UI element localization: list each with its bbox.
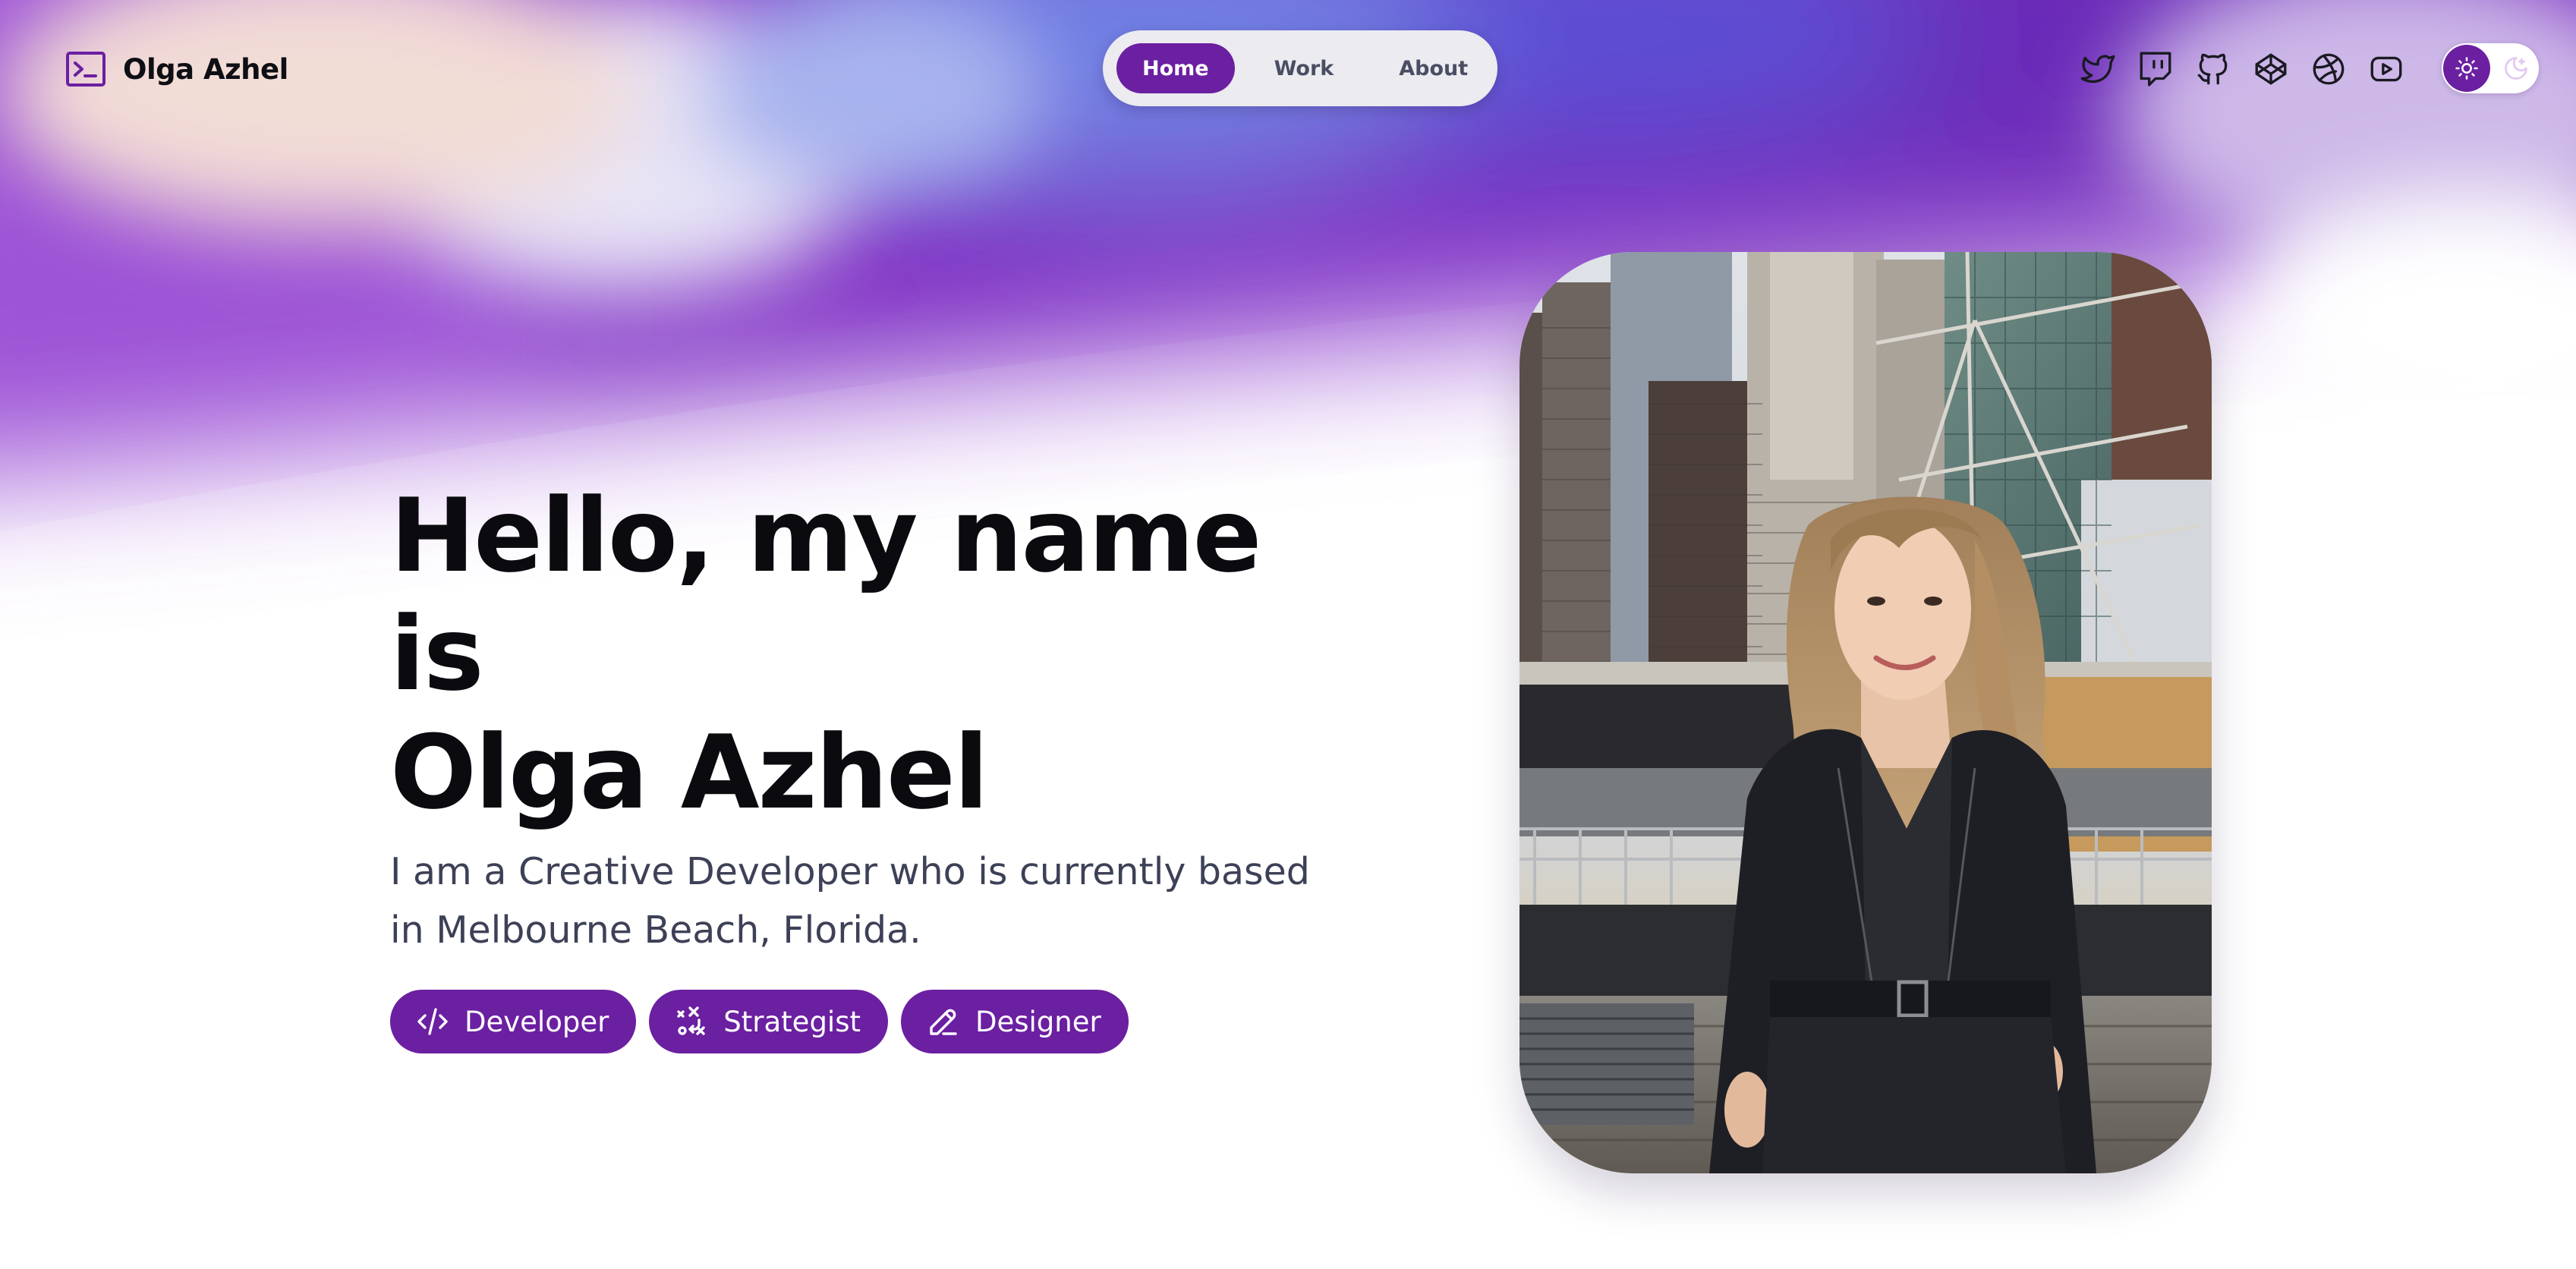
hero-intro: Hello, my name is Olga Azhel I am a Crea…: [390, 477, 1377, 1053]
twitch-link[interactable]: [2136, 49, 2175, 89]
hero-subtitle: I am a Creative Developer who is current…: [390, 850, 1310, 952]
role-chip-strategist[interactable]: Strategist: [649, 990, 888, 1053]
site-header: Olga Azhel Home Work About: [0, 0, 2576, 137]
brand-name: Olga Azhel: [123, 52, 288, 86]
social-links: [2078, 41, 2406, 97]
main-nav: Home Work About: [1103, 30, 1497, 106]
codepen-icon: [2255, 53, 2287, 85]
dribbble-link[interactable]: [2309, 49, 2348, 89]
theme-toggle-knob: [2443, 45, 2490, 92]
code-icon: [417, 1008, 448, 1035]
hero-title: Hello, my name is Olga Azhel: [390, 477, 1377, 832]
role-chips: Developer Strategist Designer: [390, 990, 1377, 1053]
hero-title-line2: Olga Azhel: [390, 713, 989, 832]
nav-about[interactable]: About: [1373, 43, 1494, 93]
terminal-icon: [66, 52, 105, 87]
twitch-icon: [2140, 52, 2171, 87]
brand-home-link[interactable]: Olga Azhel: [65, 49, 288, 90]
theme-toggle[interactable]: [2442, 43, 2539, 93]
sun-icon: [2455, 57, 2478, 80]
role-chip-label: Strategist: [723, 1005, 861, 1038]
pencil-icon: [930, 1009, 957, 1035]
role-chip-developer[interactable]: Developer: [390, 990, 637, 1053]
dribbble-icon: [2313, 53, 2345, 85]
role-chip-label: Developer: [464, 1005, 609, 1038]
twitter-icon: [2080, 55, 2115, 83]
moon-icon: [2502, 55, 2530, 82]
hero-title-line1: Hello, my name is: [390, 477, 1261, 713]
role-chip-designer[interactable]: Designer: [901, 990, 1129, 1053]
strategy-icon: [677, 1006, 705, 1035]
github-icon: [2197, 53, 2228, 85]
role-chip-label: Designer: [975, 1005, 1101, 1038]
youtube-link[interactable]: [2367, 49, 2406, 89]
profile-photo: [1519, 252, 2212, 1173]
github-link[interactable]: [2193, 49, 2233, 89]
youtube-icon: [2370, 56, 2402, 82]
nav-work[interactable]: Work: [1249, 43, 1360, 93]
nav-home[interactable]: Home: [1116, 43, 1235, 93]
codepen-link[interactable]: [2251, 49, 2291, 89]
twitter-link[interactable]: [2078, 49, 2118, 89]
